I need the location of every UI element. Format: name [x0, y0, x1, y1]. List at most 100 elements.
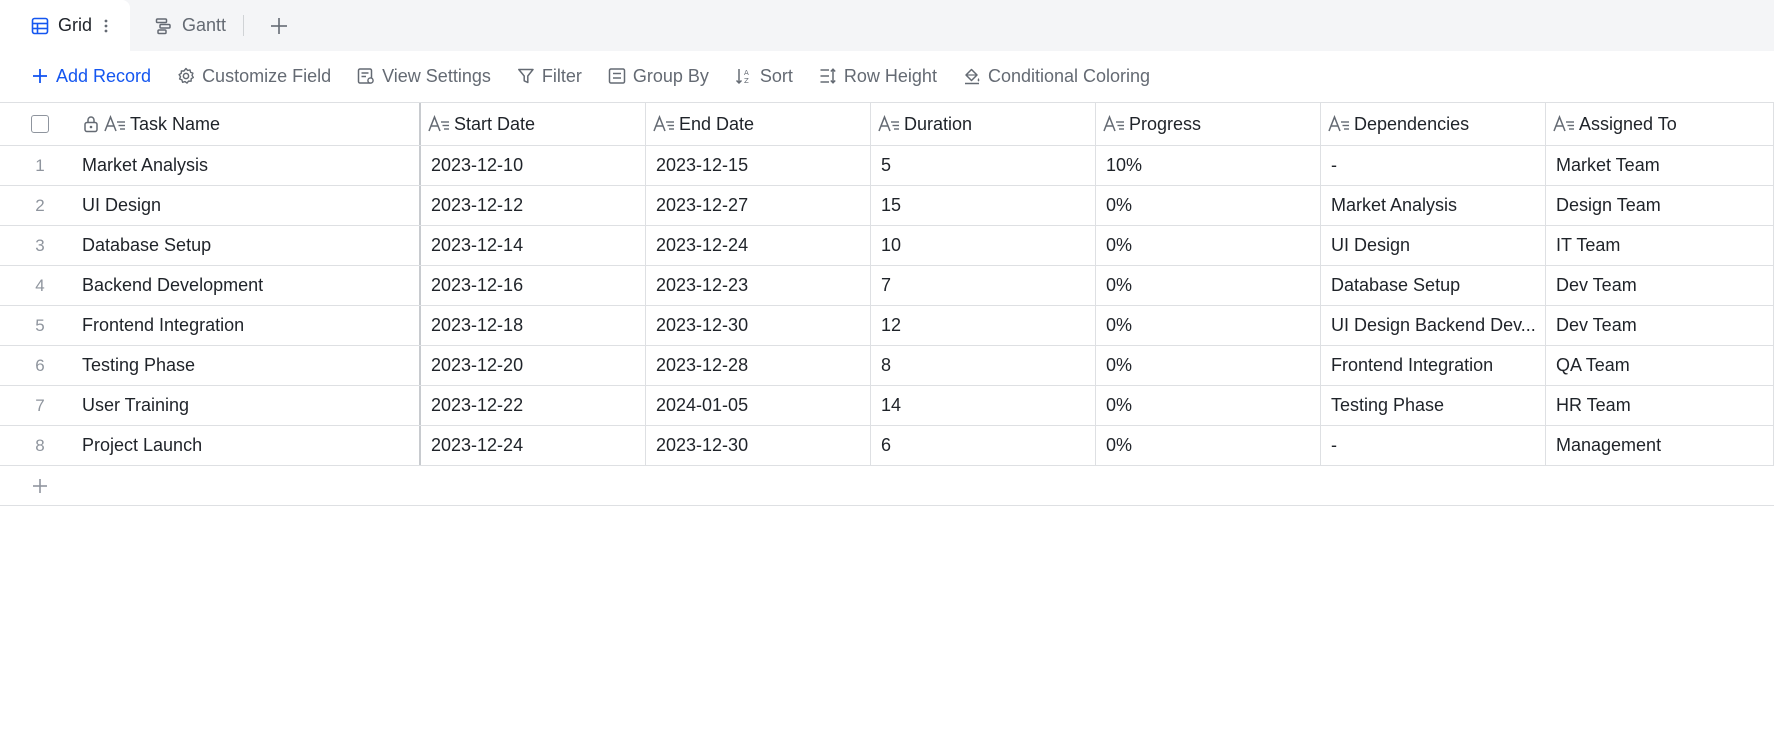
cell-dependencies[interactable]: Database Setup [1321, 266, 1546, 305]
filter-button[interactable]: Filter [516, 59, 582, 93]
table-row[interactable]: 6 Testing Phase 2023-12-20 2023-12-28 8 … [0, 346, 1774, 386]
paint-bucket-icon [962, 66, 982, 86]
cell-progress[interactable]: 0% [1096, 426, 1321, 465]
cell-start-date[interactable]: 2023-12-14 [421, 226, 646, 265]
cell-task-name[interactable]: Frontend Integration [80, 306, 421, 345]
select-all-checkbox[interactable] [31, 115, 49, 133]
cell-duration[interactable]: 12 [871, 306, 1096, 345]
cell-progress[interactable]: 0% [1096, 346, 1321, 385]
cell-progress[interactable]: 0% [1096, 186, 1321, 225]
table-row[interactable]: 7 User Training 2023-12-22 2024-01-05 14… [0, 386, 1774, 426]
cell-duration[interactable]: 10 [871, 226, 1096, 265]
plus-icon [30, 476, 50, 496]
cell-task-name[interactable]: Backend Development [80, 266, 421, 305]
cell-task-name[interactable]: UI Design [80, 186, 421, 225]
cell-start-date[interactable]: 2023-12-18 [421, 306, 646, 345]
cell-progress[interactable]: 0% [1096, 386, 1321, 425]
column-header-dependencies[interactable]: Dependencies [1321, 103, 1546, 145]
cell-dependencies[interactable]: Frontend Integration [1321, 346, 1546, 385]
group-by-button[interactable]: Group By [607, 59, 709, 93]
customize-field-button[interactable]: Customize Field [176, 59, 331, 93]
cell-task-name[interactable]: Market Analysis [80, 146, 421, 185]
conditional-coloring-button[interactable]: Conditional Coloring [962, 59, 1150, 93]
cell-dependencies[interactable]: UI Design [1321, 226, 1546, 265]
row-number: 4 [35, 275, 45, 295]
cell-dependencies[interactable]: Testing Phase [1321, 386, 1546, 425]
cell-duration[interactable]: 6 [871, 426, 1096, 465]
cell-assigned-to[interactable]: HR Team [1546, 386, 1774, 425]
text-field-icon [1103, 114, 1125, 134]
more-options-icon[interactable] [104, 18, 108, 34]
cell-start-date[interactable]: 2023-12-16 [421, 266, 646, 305]
cell-end-date[interactable]: 2023-12-30 [646, 426, 871, 465]
cell-progress[interactable]: 0% [1096, 306, 1321, 345]
table-row[interactable]: 4 Backend Development 2023-12-16 2023-12… [0, 266, 1774, 306]
tab-gantt-label: Gantt [182, 15, 227, 35]
cell-progress[interactable]: 0% [1096, 226, 1321, 265]
table-row[interactable]: 8 Project Launch 2023-12-24 2023-12-30 6… [0, 426, 1774, 466]
cell-end-date[interactable]: 2023-12-30 [646, 306, 871, 345]
cell-assigned-to[interactable]: QA Team [1546, 346, 1774, 385]
table-row[interactable]: 2 UI Design 2023-12-12 2023-12-27 15 0% … [0, 186, 1774, 226]
column-header-end-date[interactable]: End Date [646, 103, 871, 145]
cell-start-date[interactable]: 2023-12-24 [421, 426, 646, 465]
table-row[interactable]: 5 Frontend Integration 2023-12-18 2023-1… [0, 306, 1774, 346]
add-record-button[interactable]: Add Record [30, 59, 151, 93]
cell-start-date[interactable]: 2023-12-20 [421, 346, 646, 385]
column-header-label: Duration [904, 113, 973, 134]
cell-start-date[interactable]: 2023-12-22 [421, 386, 646, 425]
cell-assigned-to[interactable]: Management [1546, 426, 1774, 465]
add-row-button[interactable] [0, 466, 1774, 506]
filter-icon [516, 66, 536, 86]
cell-progress[interactable]: 10% [1096, 146, 1321, 185]
cell-task-name[interactable]: User Training [80, 386, 421, 425]
cell-assigned-to[interactable]: Dev Team [1546, 306, 1774, 345]
cell-dependencies[interactable]: - [1321, 146, 1546, 185]
cell-dependencies[interactable]: - [1321, 426, 1546, 465]
cell-assigned-to[interactable]: IT Team [1546, 226, 1774, 265]
cell-end-date[interactable]: 2023-12-23 [646, 266, 871, 305]
cell-task-name[interactable]: Testing Phase [80, 346, 421, 385]
table-row[interactable]: 3 Database Setup 2023-12-14 2023-12-24 1… [0, 226, 1774, 266]
cell-task-name[interactable]: Project Launch [80, 426, 421, 465]
cell-progress[interactable]: 0% [1096, 266, 1321, 305]
cell-end-date[interactable]: 2023-12-15 [646, 146, 871, 185]
cell-dependencies[interactable]: UI Design Backend Dev... [1321, 306, 1546, 345]
cell-end-date[interactable]: 2023-12-27 [646, 186, 871, 225]
toolbar: Add Record Customize Field View Settings… [0, 51, 1774, 101]
cell-start-date[interactable]: 2023-12-10 [421, 146, 646, 185]
column-header-progress[interactable]: Progress [1096, 103, 1321, 145]
cell-dependencies[interactable]: Market Analysis [1321, 186, 1546, 225]
column-header-task-name[interactable]: Task Name [80, 103, 421, 145]
cell-assigned-to[interactable]: Market Team [1546, 146, 1774, 185]
cell-duration[interactable]: 15 [871, 186, 1096, 225]
column-header-duration[interactable]: Duration [871, 103, 1096, 145]
text-field-icon [428, 114, 450, 134]
cell-task-name[interactable]: Database Setup [80, 226, 421, 265]
column-header-start-date[interactable]: Start Date [421, 103, 646, 145]
view-settings-button[interactable]: View Settings [356, 59, 491, 93]
conditional-coloring-label: Conditional Coloring [987, 65, 1151, 86]
cell-duration[interactable]: 5 [871, 146, 1096, 185]
sort-button[interactable]: AZ Sort [734, 59, 793, 93]
cell-assigned-to[interactable]: Dev Team [1546, 266, 1774, 305]
cell-end-date[interactable]: 2023-12-24 [646, 226, 871, 265]
filter-label: Filter [541, 65, 582, 86]
add-view-button[interactable] [266, 13, 292, 39]
tab-divider [243, 15, 244, 36]
column-header-label: Start Date [454, 113, 536, 134]
cell-start-date[interactable]: 2023-12-12 [421, 186, 646, 225]
cell-end-date[interactable]: 2024-01-05 [646, 386, 871, 425]
table-row[interactable]: 1 Market Analysis 2023-12-10 2023-12-15 … [0, 146, 1774, 186]
cell-duration[interactable]: 14 [871, 386, 1096, 425]
tab-grid-label: Grid [58, 15, 93, 35]
cell-assigned-to[interactable]: Design Team [1546, 186, 1774, 225]
cell-duration[interactable]: 7 [871, 266, 1096, 305]
cell-end-date[interactable]: 2023-12-28 [646, 346, 871, 385]
row-height-button[interactable]: Row Height [818, 59, 937, 93]
tab-gantt[interactable]: Gantt [152, 0, 226, 51]
column-header-assigned-to[interactable]: Assigned To [1546, 103, 1774, 145]
cell-duration[interactable]: 8 [871, 346, 1096, 385]
plus-icon [271, 18, 287, 34]
tab-grid[interactable]: Grid [0, 0, 130, 51]
